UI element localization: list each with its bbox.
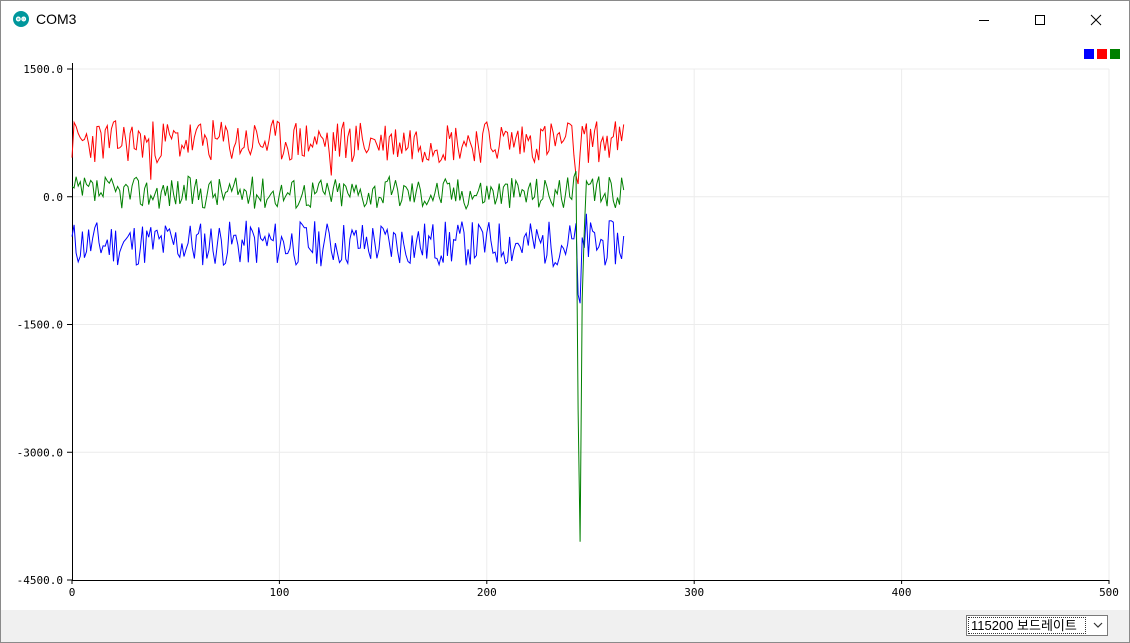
serial-plotter-window: COM3 1500.0 0.0 -1500.0 -3000.0 -4500.0 0 100 2… <box>0 0 1130 643</box>
bottom-toolbar: 115200 보드레이트 <box>1 610 1129 642</box>
baud-rate-value: 115200 보드레이트 <box>968 617 1086 634</box>
y-tick-label: -3000.0 <box>17 446 63 459</box>
x-tick-label: 200 <box>477 586 497 599</box>
minimize-button[interactable] <box>961 1 1007 38</box>
y-tick-label: -1500.0 <box>17 319 63 332</box>
series-line-1 <box>71 213 625 304</box>
title-bar[interactable]: COM3 <box>1 1 1129 38</box>
x-tick-label: 0 <box>69 586 76 599</box>
series-line-3 <box>71 171 625 542</box>
x-tick-label: 400 <box>892 586 912 599</box>
y-tick-label: 0.0 <box>43 191 63 204</box>
y-tick-label: -4500.0 <box>17 574 63 587</box>
plot-area: 1500.0 0.0 -1500.0 -3000.0 -4500.0 0 100 200 300… <box>17 63 1119 599</box>
chevron-down-icon <box>1093 622 1103 628</box>
x-tick-label: 100 <box>269 586 289 599</box>
x-tick-label: 300 <box>684 586 704 599</box>
maximize-button[interactable] <box>1017 1 1063 38</box>
x-tick-label: 500 <box>1099 586 1119 599</box>
arduino-icon <box>13 11 29 27</box>
window-title: COM3 <box>36 11 77 27</box>
series-line-2 <box>71 119 625 185</box>
y-tick-label: 1500.0 <box>23 63 63 76</box>
minimize-icon <box>979 19 989 21</box>
close-icon <box>1090 14 1102 25</box>
baud-rate-select[interactable]: 115200 보드레이트 <box>966 615 1108 636</box>
close-button[interactable] <box>1073 1 1119 38</box>
maximize-icon <box>1035 14 1045 25</box>
